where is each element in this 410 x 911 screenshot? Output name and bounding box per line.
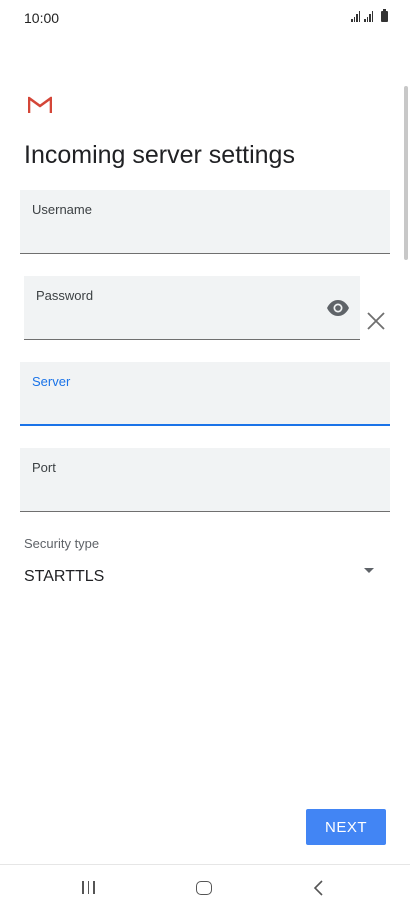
page-title: Incoming server settings [24, 141, 295, 169]
battery-icon [381, 9, 388, 22]
password-label: Password [36, 288, 94, 303]
back-icon[interactable] [312, 879, 326, 897]
signal-icon [364, 11, 373, 22]
server-label: Server [32, 374, 71, 389]
port-label: Port [32, 460, 56, 475]
scrollbar[interactable] [404, 86, 408, 260]
password-field[interactable]: Password [24, 276, 360, 340]
signal-icon [351, 11, 360, 22]
eye-icon[interactable] [326, 299, 350, 317]
status-icons [351, 9, 388, 22]
username-label: Username [32, 202, 92, 217]
status-time: 10:00 [24, 10, 60, 26]
status-bar: 10:00 [0, 0, 410, 36]
close-icon[interactable] [366, 311, 386, 331]
security-type-value: STARTTLS [24, 568, 105, 585]
next-button[interactable]: NEXT [306, 809, 386, 845]
gmail-logo [28, 96, 52, 113]
security-type-select[interactable]: STARTTLS [24, 560, 386, 594]
recents-icon[interactable] [82, 881, 95, 894]
dropdown-arrow-icon [364, 568, 374, 573]
username-field[interactable]: Username [20, 190, 390, 254]
navigation-bar [0, 864, 410, 911]
security-type-label: Security type [24, 536, 100, 551]
port-field[interactable]: Port [20, 448, 390, 512]
home-icon[interactable] [196, 881, 212, 895]
server-field[interactable]: Server [20, 362, 390, 426]
